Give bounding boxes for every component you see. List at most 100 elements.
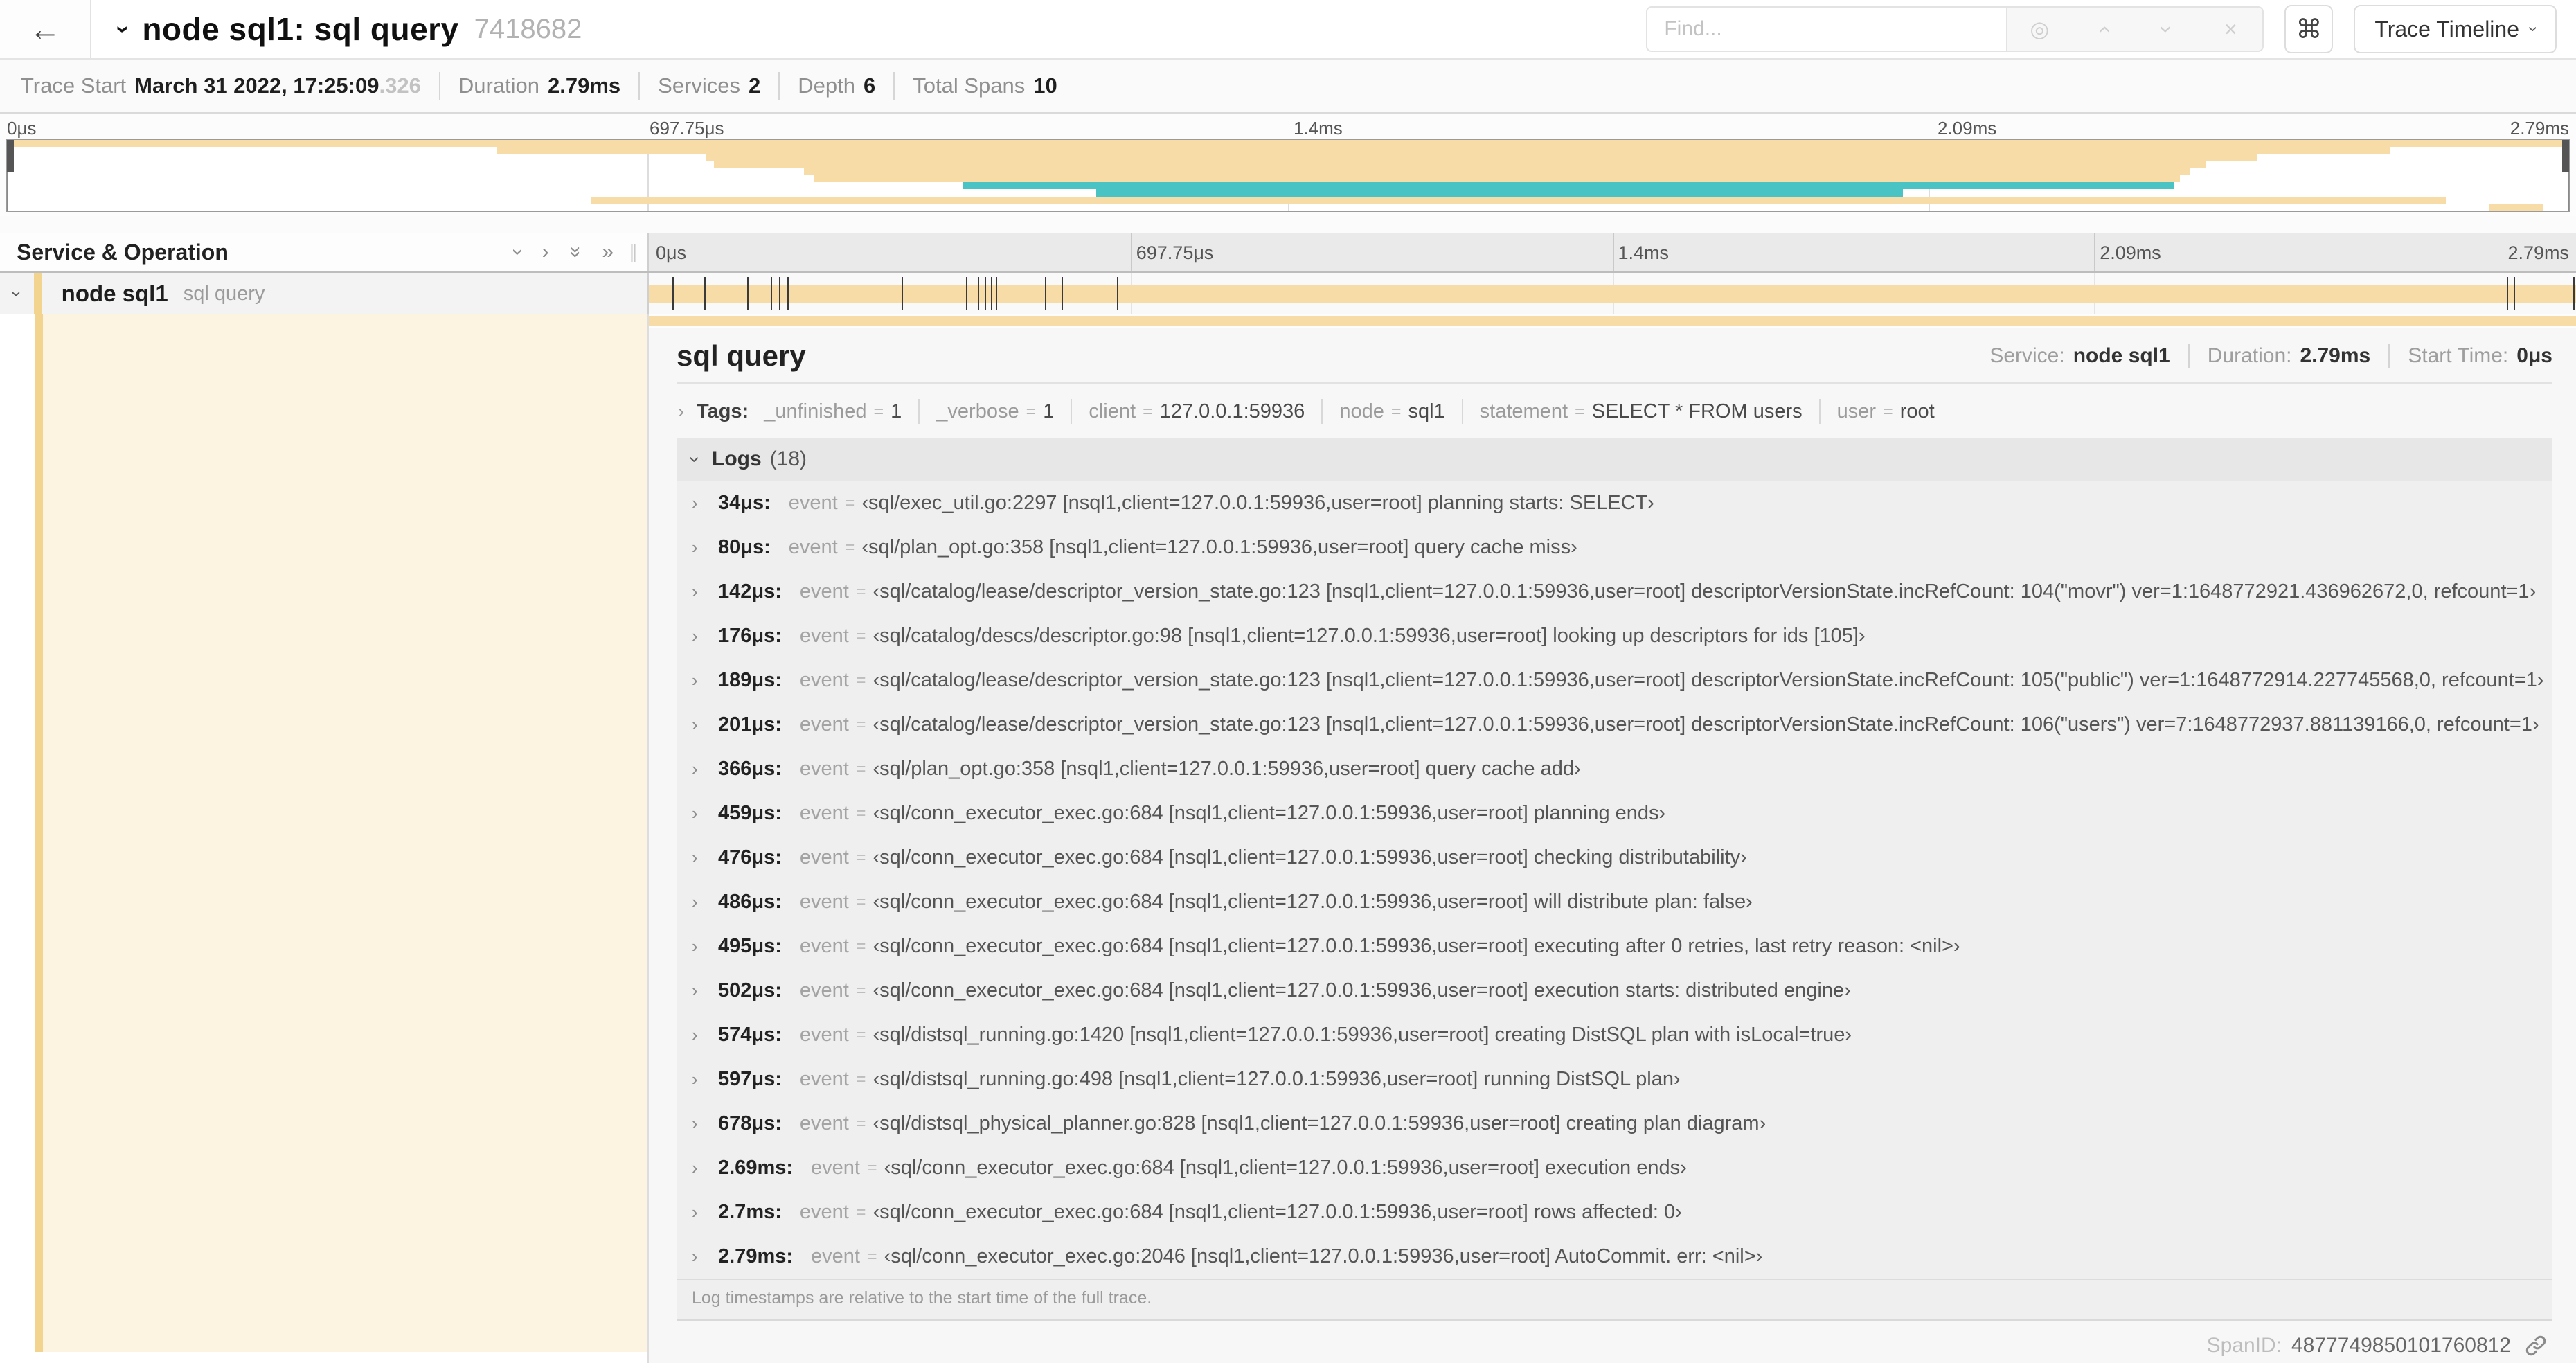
log-row[interactable]: › 142μs: event = ‹sql/catalog/lease/descript… xyxy=(677,569,2552,614)
match-locate-icon[interactable]: ◎ xyxy=(2007,16,2071,42)
log-row[interactable]: › 366μs: event = ‹sql/plan_opt.go:358 [nsql1… xyxy=(677,747,2552,791)
chevron-right-icon[interactable]: › xyxy=(692,670,718,691)
log-timestamp: 189μs: xyxy=(718,668,782,691)
deep-link-icon[interactable] xyxy=(2523,1333,2548,1358)
tag-client: client = 127.0.0.1:59936 xyxy=(1089,400,1305,423)
chevron-right-icon[interactable]: › xyxy=(692,1157,718,1179)
detail-span-bar-row xyxy=(649,314,2576,328)
summary-value: 2.79ms xyxy=(548,73,621,98)
collapse-one-icon[interactable]: › xyxy=(506,249,530,256)
log-row[interactable]: › 80μs: event = ‹sql/plan_opt.go:358 [nsql1,… xyxy=(677,525,2552,569)
chevron-right-icon[interactable]: › xyxy=(692,758,718,780)
log-timestamp: 176μs: xyxy=(718,624,782,647)
find-group: ◎ › › × xyxy=(1646,6,2264,52)
minimap-span-bar xyxy=(706,154,2257,161)
span-meta: Service: node sql1 Duration: 2.79ms Star… xyxy=(1989,344,2552,373)
tag-key: _unfinished xyxy=(764,400,867,422)
minimap-span-row xyxy=(7,196,2569,204)
log-row[interactable]: › 459μs: event = ‹sql/conn_executor_exec.go:… xyxy=(677,791,2552,835)
log-timestamp: 2.7ms: xyxy=(718,1200,782,1223)
back-button[interactable]: ← xyxy=(0,0,91,58)
chevron-right-icon[interactable]: › xyxy=(692,1024,718,1046)
log-row[interactable]: › 189μs: event = ‹sql/catalog/lease/descript… xyxy=(677,658,2552,702)
minimap-tick: 1.4ms xyxy=(1294,118,1343,139)
next-result-icon[interactable]: › xyxy=(2154,0,2180,61)
span-duration-bar[interactable] xyxy=(649,316,2576,326)
minimap-left-scrubber[interactable] xyxy=(7,140,14,211)
column-resizer-handle[interactable]: ∥ xyxy=(629,242,638,263)
log-field-value: ‹sql/distsql_physical_planner.go:828 [ns… xyxy=(873,1112,1766,1134)
expand-one-icon[interactable]: › xyxy=(542,240,549,264)
chevron-right-icon[interactable]: › xyxy=(692,714,718,736)
log-row[interactable]: › 176μs: event = ‹sql/catalog/descs/descript… xyxy=(677,614,2552,658)
chevron-right-icon[interactable]: › xyxy=(692,492,718,514)
chevron-right-icon[interactable]: › xyxy=(692,980,718,1001)
detail-left-column xyxy=(0,314,649,1363)
ruler-tick: 2.79ms xyxy=(2507,242,2569,263)
chevron-right-icon[interactable]: › xyxy=(692,537,718,558)
prev-result-icon[interactable]: › xyxy=(2091,0,2116,61)
log-row[interactable]: › 597μs: event = ‹sql/distsql_running.go:498… xyxy=(677,1057,2552,1101)
log-field-value: ‹sql/conn_executor_exec.go:684 [nsql1,cl… xyxy=(884,1156,1687,1179)
chevron-right-icon[interactable]: › xyxy=(692,1202,718,1223)
log-field-key: event xyxy=(799,934,849,957)
tag-key: client xyxy=(1089,400,1136,422)
equals-sign: = xyxy=(855,1113,866,1133)
minimap-right-scrubber[interactable] xyxy=(2562,140,2569,211)
minimap-span-row xyxy=(7,175,2569,183)
chevron-right-icon[interactable]: › xyxy=(692,581,718,603)
expand-all-icon[interactable]: » xyxy=(602,240,614,264)
log-row[interactable]: › 678μs: event = ‹sql/distsql_physical_plann… xyxy=(677,1101,2552,1146)
span-bar-cell[interactable] xyxy=(649,273,2576,314)
equals-sign: = xyxy=(866,1157,877,1177)
log-field-key: event xyxy=(799,1067,849,1090)
summary-label: Depth xyxy=(798,73,855,98)
log-row[interactable]: › 34μs: event = ‹sql/exec_util.go:2297 [nsql… xyxy=(677,481,2552,525)
log-marker xyxy=(1045,277,1047,310)
collapse-all-icon[interactable]: » xyxy=(564,247,587,258)
chevron-right-icon[interactable]: › xyxy=(692,1246,718,1267)
chevron-down-icon[interactable]: › xyxy=(684,456,706,463)
span-name-cell[interactable]: › node sql1 sql query xyxy=(0,273,649,314)
clear-search-icon[interactable]: × xyxy=(2199,17,2262,42)
log-field-key: event xyxy=(799,713,849,736)
chevron-right-icon[interactable]: › xyxy=(692,803,718,824)
log-marker xyxy=(787,277,789,310)
log-field-key: event xyxy=(799,624,849,647)
chevron-down-icon[interactable]: › xyxy=(109,25,136,33)
chevron-right-icon[interactable]: › xyxy=(678,401,684,422)
log-field-value: ‹sql/conn_executor_exec.go:684 [nsql1,cl… xyxy=(873,934,1960,957)
log-row[interactable]: › 476μs: event = ‹sql/conn_executor_exec.go:… xyxy=(677,835,2552,880)
divider xyxy=(438,72,440,100)
log-row[interactable]: › 486μs: event = ‹sql/conn_executor_exec.go:… xyxy=(677,880,2552,924)
equals-sign: = xyxy=(873,401,884,421)
minimap-canvas[interactable] xyxy=(6,139,2570,212)
log-row[interactable]: › 201μs: event = ‹sql/catalog/lease/descript… xyxy=(677,702,2552,747)
summary-value: 10 xyxy=(1033,73,1057,98)
view-selector-button[interactable]: Trace Timeline › xyxy=(2354,5,2557,53)
minimap-span-row xyxy=(7,189,2569,197)
log-row[interactable]: › 2.79ms: event = ‹sql/conn_executor_exec.go… xyxy=(677,1234,2552,1279)
minimap-tick: 0μs xyxy=(7,118,37,139)
chevron-right-icon[interactable]: › xyxy=(692,891,718,913)
keyboard-shortcuts-button[interactable]: ⌘ xyxy=(2284,5,2334,53)
tags-row[interactable]: › Tags: _unfinished = 1 _verbose = 1 client = 12… xyxy=(677,384,2552,438)
log-row[interactable]: › 495μs: event = ‹sql/conn_executor_exec.go:… xyxy=(677,924,2552,968)
log-row[interactable]: › 2.7ms: event = ‹sql/conn_executor_exec.go:… xyxy=(677,1190,2552,1234)
logs-header[interactable]: › Logs (18) xyxy=(677,438,2552,481)
log-row[interactable]: › 574μs: event = ‹sql/distsql_running.go:142… xyxy=(677,1013,2552,1057)
chevron-right-icon[interactable]: › xyxy=(692,1069,718,1090)
expanded-row-backdrop xyxy=(43,314,647,1352)
chevron-right-icon[interactable]: › xyxy=(692,936,718,957)
chevron-down-icon[interactable]: › xyxy=(6,291,28,297)
log-timestamp: 2.69ms: xyxy=(718,1156,794,1179)
chevron-right-icon[interactable]: › xyxy=(692,1113,718,1134)
tag-_verbose: _verbose = 1 xyxy=(936,400,1054,423)
equals-sign: = xyxy=(844,537,855,557)
chevron-right-icon[interactable]: › xyxy=(692,625,718,647)
log-marker xyxy=(746,277,749,310)
log-row[interactable]: › 2.69ms: event = ‹sql/conn_executor_exec.go… xyxy=(677,1146,2552,1190)
chevron-right-icon[interactable]: › xyxy=(692,847,718,868)
log-row[interactable]: › 502μs: event = ‹sql/conn_executor_exec.go:… xyxy=(677,968,2552,1013)
find-input[interactable] xyxy=(1646,6,2007,52)
